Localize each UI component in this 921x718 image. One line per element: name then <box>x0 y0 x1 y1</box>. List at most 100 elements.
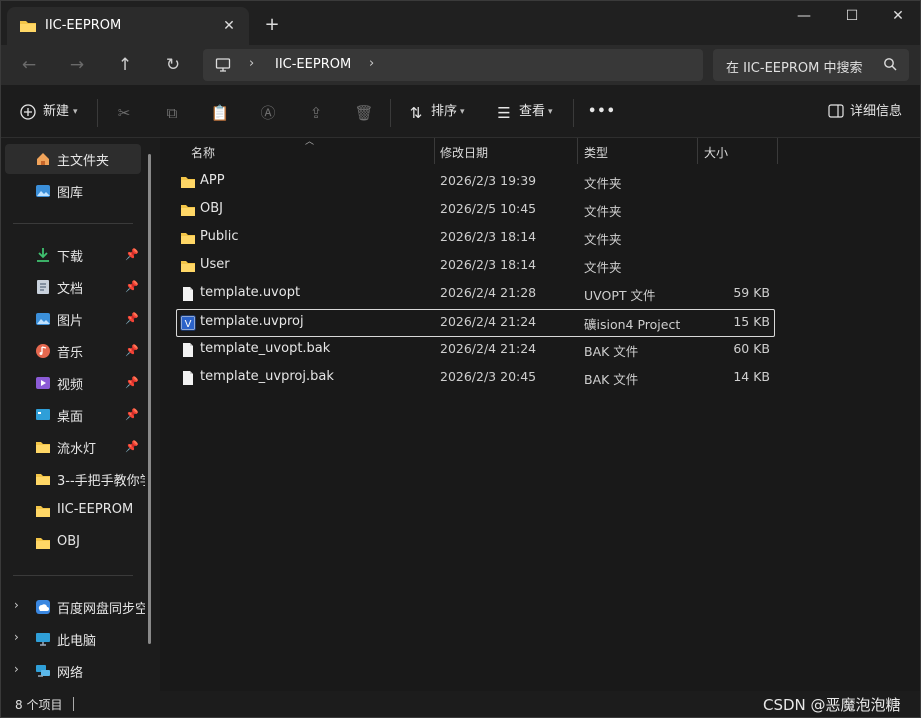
sidebar-item-recent-1[interactable]: 3--手把手教你学 <box>5 464 145 494</box>
column-header-type[interactable]: 类型 <box>584 142 608 164</box>
pin-icon[interactable]: 📌 <box>125 312 139 325</box>
file-name[interactable]: template_uvopt.bak <box>200 341 330 356</box>
view-icon[interactable]: ☰ <box>493 103 515 125</box>
desktop-icon <box>35 407 51 423</box>
pin-icon[interactable]: 📌 <box>125 440 139 453</box>
navigation-pane: 主文件夹 图库 下载 📌 文档 📌 图片 📌 音乐 📌 视频 📌 桌面 📌 流水… <box>1 138 160 691</box>
sidebar-item-documents[interactable]: 文档 📌 <box>5 272 141 302</box>
address-bar[interactable]: › IIC-EEPROM › <box>203 49 703 81</box>
sidebar-item-label: 网络 <box>57 666 84 681</box>
folder-icon <box>180 230 196 250</box>
chevron-down-icon[interactable]: ▾ <box>73 101 78 123</box>
file-name[interactable]: template.uvproj <box>200 314 304 329</box>
pin-icon[interactable]: 📌 <box>125 376 139 389</box>
sidebar-item-recent-3[interactable]: OBJ <box>5 528 141 558</box>
sidebar-item-downloads[interactable]: 下载 📌 <box>5 240 141 270</box>
file-row[interactable]: User 2026/2/3 18:14 文件夹 <box>177 253 774 279</box>
back-button[interactable]: ← <box>15 53 43 79</box>
chevron-down-icon[interactable]: ▾ <box>460 101 465 123</box>
up-button[interactable]: ↑ <box>111 53 139 79</box>
pin-icon[interactable]: 📌 <box>125 344 139 357</box>
sidebar-item-recent-2[interactable]: IIC-EEPROM <box>5 496 141 526</box>
sidebar-item-desktop[interactable]: 桌面 📌 <box>5 400 141 430</box>
sidebar-item-liushuideng[interactable]: 流水灯 📌 <box>5 432 141 462</box>
status-bar: 8 个项目 CSDN @恶魔泡泡糖 <box>1 691 920 717</box>
details-button[interactable]: 详细信息 <box>850 101 902 123</box>
rename-icon[interactable]: Ⓐ <box>257 103 279 125</box>
breadcrumb-iic-eeprom[interactable]: IIC-EEPROM <box>275 57 351 72</box>
copy-icon[interactable]: ⧉ <box>161 103 183 125</box>
sort-ascending-icon: ︿ <box>305 137 315 147</box>
forward-button[interactable]: → <box>63 53 91 79</box>
delete-icon[interactable]: 🗑 <box>353 103 375 125</box>
file-name[interactable]: template_uvproj.bak <box>200 369 334 384</box>
file-row[interactable]: Public 2026/2/3 18:14 文件夹 <box>177 225 774 251</box>
sidebar-item-label: 此电脑 <box>57 634 97 649</box>
folder-icon <box>19 18 37 38</box>
sort-button[interactable]: 排序 <box>431 101 457 123</box>
sidebar-item-this-pc[interactable]: › 此电脑 <box>5 624 141 654</box>
expand-chevron-icon[interactable]: › <box>14 598 19 612</box>
sidebar-scrollbar[interactable] <box>148 154 151 644</box>
file-row[interactable]: APP 2026/2/3 19:39 文件夹 <box>177 169 774 195</box>
maximize-button[interactable]: ☐ <box>829 1 875 33</box>
sidebar-item-gallery[interactable]: 图库 <box>5 176 141 206</box>
chevron-down-icon[interactable]: ▾ <box>548 101 553 123</box>
expand-chevron-icon[interactable]: › <box>14 630 19 644</box>
column-divider[interactable] <box>577 138 578 164</box>
file-row[interactable]: template_uvproj.bak 2026/2/3 20:45 BAK 文件 1… <box>177 365 774 391</box>
sidebar-item-baidu-sync[interactable]: › 百度网盘同步空 <box>5 592 145 622</box>
pin-icon[interactable]: 📌 <box>125 280 139 293</box>
share-icon[interactable]: ⇪ <box>305 103 327 125</box>
tab-close-icon[interactable]: ✕ <box>219 16 239 36</box>
file-name[interactable]: APP <box>200 173 225 188</box>
pin-icon[interactable]: 📌 <box>125 248 139 261</box>
view-button[interactable]: 查看 <box>519 101 545 123</box>
folder-icon <box>35 503 51 519</box>
search-box[interactable]: 在 IIC-EEPROM 中搜索 <box>713 49 909 81</box>
file-row[interactable]: template_uvopt.bak 2026/2/4 21:24 BAK 文件 60… <box>177 337 774 363</box>
file-row[interactable]: OBJ 2026/2/5 10:45 文件夹 <box>177 197 774 223</box>
column-divider[interactable] <box>777 138 778 164</box>
sidebar-item-home[interactable]: 主文件夹 <box>5 144 141 174</box>
column-header-name[interactable]: 名称 <box>191 142 215 164</box>
breadcrumb-chevron-icon[interactable]: › <box>369 56 374 71</box>
file-name[interactable]: User <box>200 257 230 272</box>
file-name[interactable]: OBJ <box>200 201 223 216</box>
tab-iic-eeprom[interactable]: IIC-EEPROM ✕ <box>7 7 249 45</box>
expand-chevron-icon[interactable]: › <box>14 662 19 676</box>
sidebar-item-music[interactable]: 音乐 📌 <box>5 336 141 366</box>
file-row[interactable]: template.uvopt 2026/2/4 21:28 UVOPT 文件 59 K… <box>177 281 774 307</box>
file-date: 2026/2/4 21:28 <box>440 285 537 300</box>
breadcrumb-chevron-icon[interactable]: › <box>249 56 254 71</box>
paste-icon[interactable]: 📋 <box>209 103 231 125</box>
new-tab-button[interactable]: + <box>260 14 284 38</box>
pin-icon[interactable]: 📌 <box>125 408 139 421</box>
more-options-button[interactable]: ••• <box>588 101 616 123</box>
details-pane-icon[interactable] <box>825 103 847 125</box>
home-icon <box>35 151 51 167</box>
minimize-button[interactable]: — <box>781 1 827 33</box>
file-name[interactable]: template.uvopt <box>200 285 300 300</box>
file-name[interactable]: Public <box>200 229 238 244</box>
file-row[interactable]: Vtemplate.uvproj 2026/2/4 21:24 礦ision4 Pr… <box>176 309 775 337</box>
sidebar-item-network[interactable]: › 网络 <box>5 656 141 686</box>
sidebar-item-videos[interactable]: 视频 📌 <box>5 368 141 398</box>
cut-icon[interactable]: ✂ <box>113 103 135 125</box>
close-button[interactable]: ✕ <box>875 1 921 33</box>
refresh-button[interactable]: ↻ <box>159 53 187 79</box>
column-header-date[interactable]: 修改日期 <box>440 142 488 164</box>
file-size: 15 KB <box>733 314 770 329</box>
video-icon <box>35 375 51 391</box>
new-plus-icon[interactable] <box>17 103 39 125</box>
sort-icon[interactable]: ⇅ <box>405 103 427 125</box>
column-header-size[interactable]: 大小 <box>704 142 728 164</box>
column-divider[interactable] <box>434 138 435 164</box>
toolbar-divider <box>390 99 391 127</box>
file-date: 2026/2/3 18:14 <box>440 229 537 244</box>
column-divider[interactable] <box>697 138 698 164</box>
search-icon[interactable] <box>883 57 897 75</box>
sidebar-item-pictures[interactable]: 图片 📌 <box>5 304 141 334</box>
new-button[interactable]: 新建 <box>43 101 69 123</box>
folder-icon <box>35 535 51 551</box>
